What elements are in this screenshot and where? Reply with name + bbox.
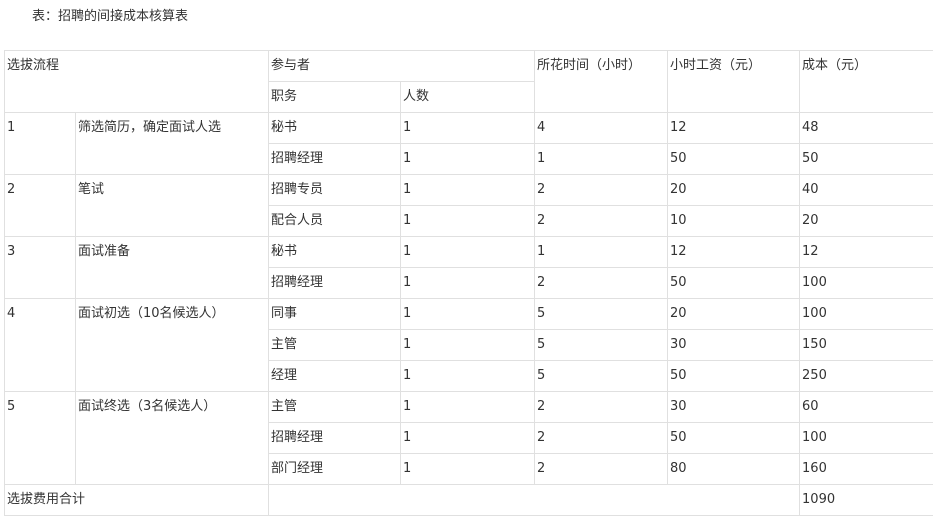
header-cost: 成本（元） xyxy=(799,50,933,113)
cell-cost: 100 xyxy=(799,422,933,454)
cell-hours: 1 xyxy=(534,236,669,268)
table-row: 1 筛选简历，确定面试人选 秘书 1 4 12 48 xyxy=(4,112,933,175)
header-participants: 参与者 xyxy=(268,50,536,82)
header-process: 选拔流程 xyxy=(3,50,270,113)
cell-hours: 2 xyxy=(534,453,669,485)
cell-hours: 2 xyxy=(534,267,669,299)
cell-cost: 100 xyxy=(799,298,933,330)
cell-cost: 40 xyxy=(799,174,933,206)
cell-count: 1 xyxy=(400,422,536,454)
step-name: 筛选简历，确定面试人选 xyxy=(74,112,270,175)
cell-count: 1 xyxy=(400,205,536,237)
cell-position: 招聘经理 xyxy=(268,267,402,299)
table-row: 2 笔试 招聘专员 1 2 20 40 xyxy=(4,174,933,237)
total-label: 选拔费用合计 xyxy=(3,484,270,516)
cell-count: 1 xyxy=(400,143,536,175)
indirect-cost-table: 选拔流程 参与者 所花时间（小时） 小时工资（元） 成本（元） 职务 人数 1筛… xyxy=(3,50,933,516)
cell-wage: 20 xyxy=(667,298,801,330)
cell-position: 配合人员 xyxy=(268,205,402,237)
cell-cost: 20 xyxy=(799,205,933,237)
step-number: 4 xyxy=(4,298,76,392)
cell-count: 1 xyxy=(400,112,536,144)
cell-hours: 4 xyxy=(534,112,669,144)
step-number: 3 xyxy=(4,236,76,299)
table-row: 4 面试初选（10名候选人） 同事 1 5 20 100 xyxy=(4,298,933,392)
cell-count: 1 xyxy=(400,453,536,485)
step-name: 面试准备 xyxy=(74,236,270,299)
cell-hours: 2 xyxy=(534,174,669,206)
cell-wage: 12 xyxy=(667,112,801,144)
table-row: 3 面试准备 秘书 1 1 12 12 xyxy=(4,236,933,299)
header-hours: 所花时间（小时） xyxy=(534,50,669,113)
cell-wage: 20 xyxy=(667,174,801,206)
step-name: 笔试 xyxy=(74,174,270,237)
cell-hours: 2 xyxy=(534,422,669,454)
cell-count: 1 xyxy=(400,298,536,330)
total-value: 1090 xyxy=(799,484,933,516)
cell-count: 1 xyxy=(400,360,536,392)
cell-hours: 2 xyxy=(534,205,669,237)
cell-position: 秘书 xyxy=(268,236,402,268)
cell-wage: 50 xyxy=(667,422,801,454)
cell-position: 同事 xyxy=(268,298,402,330)
cell-wage: 50 xyxy=(667,267,801,299)
header-wage: 小时工资（元） xyxy=(667,50,801,113)
cell-position: 主管 xyxy=(268,391,402,423)
header-position: 职务 xyxy=(268,81,402,113)
cell-cost: 60 xyxy=(799,391,933,423)
cell-cost: 160 xyxy=(799,453,933,485)
cell-position: 主管 xyxy=(268,329,402,361)
cell-hours: 5 xyxy=(534,329,669,361)
cell-wage: 50 xyxy=(667,360,801,392)
cell-count: 1 xyxy=(400,391,536,423)
table-row: 5 面试终选（3名候选人） 主管 1 2 30 60 xyxy=(4,391,933,485)
cell-wage: 10 xyxy=(667,205,801,237)
table-caption: 表：招聘的间接成本核算表 xyxy=(32,9,189,24)
cell-position: 部门经理 xyxy=(268,453,402,485)
cell-count: 1 xyxy=(400,267,536,299)
total-row: 选拔费用合计 1090 xyxy=(3,484,933,516)
cell-cost: 100 xyxy=(799,267,933,299)
step-number: 2 xyxy=(4,174,76,237)
total-spacer xyxy=(268,484,801,516)
cell-hours: 2 xyxy=(534,391,669,423)
step-name: 面试初选（10名候选人） xyxy=(74,298,270,392)
cell-position: 经理 xyxy=(268,360,402,392)
step-name: 面试终选（3名候选人） xyxy=(74,391,270,485)
step-number: 1 xyxy=(4,112,76,175)
header-count: 人数 xyxy=(400,81,536,113)
cell-cost: 150 xyxy=(799,329,933,361)
cell-wage: 50 xyxy=(667,143,801,175)
cell-cost: 12 xyxy=(799,236,933,268)
cell-position: 招聘经理 xyxy=(268,143,402,175)
step-number: 5 xyxy=(4,391,76,485)
table-body: 1 筛选简历，确定面试人选 秘书 1 4 12 48 招聘经理 1 1 50 50 2 笔试 招聘专员 1 2 2… xyxy=(4,112,933,485)
cell-wage: 30 xyxy=(667,329,801,361)
cell-cost: 250 xyxy=(799,360,933,392)
cell-hours: 5 xyxy=(534,360,669,392)
cell-count: 1 xyxy=(400,329,536,361)
cell-position: 招聘经理 xyxy=(268,422,402,454)
cell-cost: 50 xyxy=(799,143,933,175)
cell-cost: 48 xyxy=(799,112,933,144)
cell-position: 招聘专员 xyxy=(268,174,402,206)
cell-position: 秘书 xyxy=(268,112,402,144)
cell-hours: 1 xyxy=(534,143,669,175)
cell-wage: 30 xyxy=(667,391,801,423)
cell-hours: 5 xyxy=(534,298,669,330)
cell-count: 1 xyxy=(400,174,536,206)
cell-count: 1 xyxy=(400,236,536,268)
header-row-1: 选拔流程 参与者 所花时间（小时） 小时工资（元） 成本（元） xyxy=(3,50,933,113)
cell-wage: 12 xyxy=(667,236,801,268)
cell-wage: 80 xyxy=(667,453,801,485)
